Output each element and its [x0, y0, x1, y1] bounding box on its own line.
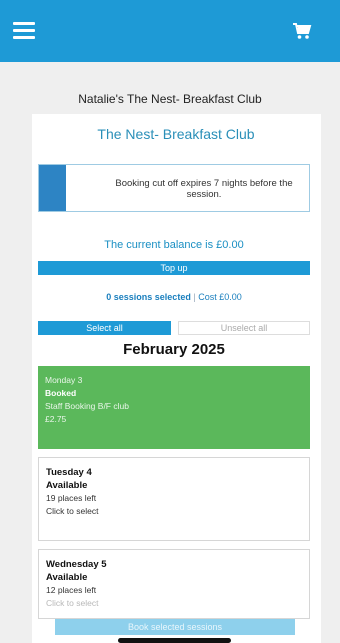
session-day-monday-3[interactable]: Monday 3 Booked Staff Booking B/F club £… [38, 366, 310, 449]
app-header [0, 0, 340, 62]
notice-accent-bar [39, 165, 66, 211]
places-left: 19 places left [46, 493, 97, 503]
session-day-wednesday-5[interactable]: Wednesday 5 Available 12 places left Cli… [38, 549, 310, 619]
places-left: 12 places left [46, 585, 97, 595]
day-name: Wednesday 5 [46, 559, 107, 570]
balance-text: The current balance is £0.00 [104, 239, 244, 251]
sessions-selected-count: 0 sessions selected [106, 292, 191, 302]
click-to-select-hint: Click to select [46, 506, 99, 516]
booking-detail: Staff Booking B/F club [45, 401, 129, 411]
shopping-cart-icon[interactable] [292, 22, 312, 40]
click-to-select-hint: Click to select [46, 598, 99, 608]
day-name: Monday 3 [45, 375, 83, 385]
day-status: Booked [45, 388, 77, 398]
hamburger-menu-icon[interactable] [13, 22, 35, 40]
club-title: The Nest- Breakfast Club [97, 126, 255, 142]
notice-text: Booking cut off expires 7 nights before … [115, 178, 293, 200]
select-all-button[interactable]: Select all [38, 321, 171, 335]
summary-separator: | [193, 292, 196, 302]
day-name: Tuesday 4 [46, 467, 92, 478]
booking-cutoff-notice: Booking cut off expires 7 nights before … [38, 164, 310, 212]
page-title: Natalie's The Nest- Breakfast Club [78, 92, 262, 106]
session-day-tuesday-4[interactable]: Tuesday 4 Available 19 places left Click… [38, 457, 310, 541]
day-status: Available [46, 480, 88, 491]
home-indicator [118, 638, 231, 643]
selection-cost: Cost £0.00 [198, 292, 242, 302]
booking-price: £2.75 [45, 414, 67, 424]
book-selected-sessions-button[interactable]: Book selected sessions [55, 619, 295, 635]
top-up-button[interactable]: Top up [38, 261, 310, 275]
day-status: Available [46, 572, 88, 583]
month-heading: February 2025 [123, 341, 225, 358]
selection-summary: 0 sessions selected | Cost £0.00 [38, 292, 310, 302]
unselect-all-button[interactable]: Unselect all [178, 321, 310, 335]
